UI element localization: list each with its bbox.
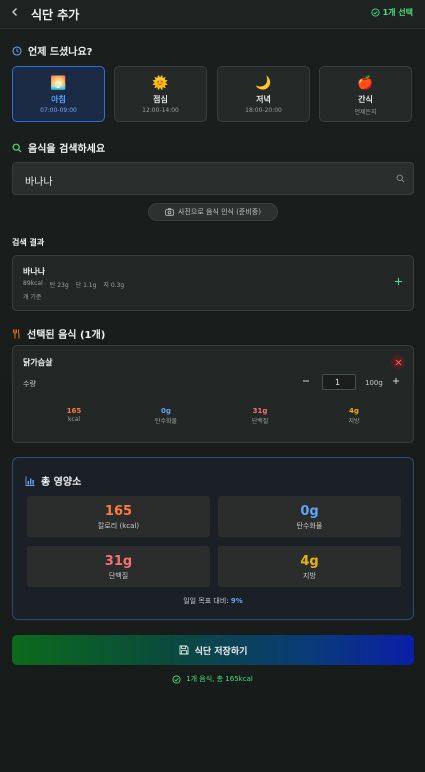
stat-label: kcal [67,416,81,423]
stat-value: 4g [349,407,359,415]
stat-label: 단백질 [251,418,269,425]
quantity-unit: 100g [365,379,383,387]
selected-section-label: 선택된 음식 (1개) [27,330,106,341]
stat-value: 165 [104,504,133,519]
clock-icon [12,45,22,56]
total-nutrients-label: 총 영양소 [41,477,82,488]
sun-icon: 🌞 [152,76,169,91]
meal-time: 언제든지 [354,109,377,116]
increase-quantity-button[interactable] [392,377,400,388]
minus-icon [303,380,309,382]
quantity-label: 수량 [23,380,36,388]
meal-name: 간식 [358,95,373,104]
summary-text: 1개 음식, 총 165kcal [0,674,425,684]
meal-name: 점심 [153,95,168,104]
daily-goal-value: 9% [230,597,243,605]
selected-food-name: 닭가슴살 [23,358,53,367]
photo-recognition-label: 사진으로 음식 인식 (준비중) [178,208,261,216]
bar-chart-icon [25,476,35,486]
moon-icon: 🌙 [255,76,272,91]
total-nutrients-card: 총 영양소 165 칼로리 (kcal) 0g 탄수화물 31g 단백질 4g … [12,457,414,620]
results-title: 검색 결과 [12,238,45,247]
save-icon [179,645,189,655]
meal-card-breakfast[interactable]: 🌅 아침 07:00-09:00 [12,66,105,122]
search-section-label: 음식을 검색하세요 [28,144,106,155]
add-food-button[interactable] [394,276,403,289]
back-button[interactable] [8,6,22,20]
total-carbs-box: 0g 탄수화물 [218,496,401,537]
meal-section-title: 언제 드셨나요? [12,43,92,58]
meal-card-snack[interactable]: 🍎 간식 언제든지 [319,66,412,122]
stat-label: 탄수화물 [296,522,323,530]
close-icon [395,359,401,365]
stat-label: 칼로리 (kcal) [97,522,140,530]
sunrise-icon: 🌅 [50,76,67,91]
chevron-left-icon [12,8,17,16]
plus-icon [394,277,403,286]
meal-time: 18:00-20:00 [245,107,282,114]
daily-goal-prefix: 일일 목표 대비: [183,597,231,605]
search-box [12,162,414,195]
stat-value: 165 [66,407,82,415]
selected-count-label: 1개 선택 [382,8,413,17]
quantity-input[interactable] [322,374,356,390]
total-calories-box: 165 칼로리 (kcal) [27,496,210,537]
app-header: 식단 추가 1개 선택 [0,0,425,29]
save-diet-label: 식단 저장하기 [194,646,248,657]
daily-goal-text: 일일 목표 대비: 9% [13,596,413,606]
stat-label: 단백질 [108,572,129,580]
result-protein: 단 1.1g [75,282,97,289]
selected-food-card: 닭가슴살 수량 100g 165 kcal 0g 탄수화물 31g 단백질 4g… [12,345,414,443]
check-circle-icon [371,8,380,17]
meal-name: 아침 [51,95,66,104]
stat-label: 지방 [348,418,360,425]
save-diet-button[interactable]: 식단 저장하기 [12,635,414,665]
camera-icon [165,208,174,216]
decrease-quantity-button[interactable] [302,377,310,388]
total-nutrients-title: 총 영양소 [25,473,81,488]
search-input[interactable] [23,170,387,190]
stat-value: 0g [300,504,319,519]
selected-section-title: 선택된 음식 (1개) [12,326,105,341]
stat-label: 지방 [303,572,316,580]
meal-section-label: 언제 드셨나요? [28,47,93,58]
check-circle-icon [172,674,181,684]
selected-carb-stat: 0g 탄수화물 [136,407,196,425]
search-section-title: 음식을 검색하세요 [12,140,105,155]
page-title: 식단 추가 [31,8,80,22]
selected-count-badge: 1개 선택 [371,7,413,18]
stat-value: 4g [300,554,319,569]
summary-label: 1개 음식, 총 165kcal [186,675,253,683]
selected-kcal-stat: 165 kcal [44,407,104,423]
meal-card-lunch[interactable]: 🌞 점심 12:00-14:00 [114,66,207,122]
stat-value: 31g [252,407,268,415]
meal-card-dinner[interactable]: 🌙 저녁 18:00-20:00 [217,66,310,122]
meal-name: 저녁 [256,95,271,104]
stat-label: 탄수화물 [154,418,178,425]
search-icon[interactable] [396,174,405,183]
plus-icon [393,378,399,384]
total-protein-box: 31g 단백질 [27,546,210,587]
apple-icon: 🍎 [357,76,374,91]
selected-fat-stat: 4g 지방 [324,407,384,425]
photo-recognition-button[interactable]: 사진으로 음식 인식 (준비중) [148,203,278,221]
meal-time: 12:00-14:00 [142,107,179,114]
stat-value: 31g [104,554,133,569]
utensils-icon [13,328,20,338]
result-kcal: 89kcal [23,280,43,287]
selected-protein-stat: 31g 단백질 [230,407,290,425]
total-fat-box: 4g 지방 [218,546,401,587]
result-fat: 지 0.3g [103,282,125,289]
remove-food-button[interactable] [391,355,405,369]
result-nutrition: 89kcal 탄 23g 단 1.1g 지 0.3g [23,280,124,289]
result-carb: 탄 23g [49,282,69,289]
result-unit: 개 기준 [23,294,42,301]
result-item[interactable]: 바나나 89kcal 탄 23g 단 1.1g 지 0.3g 개 기준 [12,255,414,311]
result-name: 바나나 [23,267,46,276]
search-icon [12,143,22,152]
stat-value: 0g [161,407,171,415]
meal-time: 07:00-09:00 [40,107,77,114]
